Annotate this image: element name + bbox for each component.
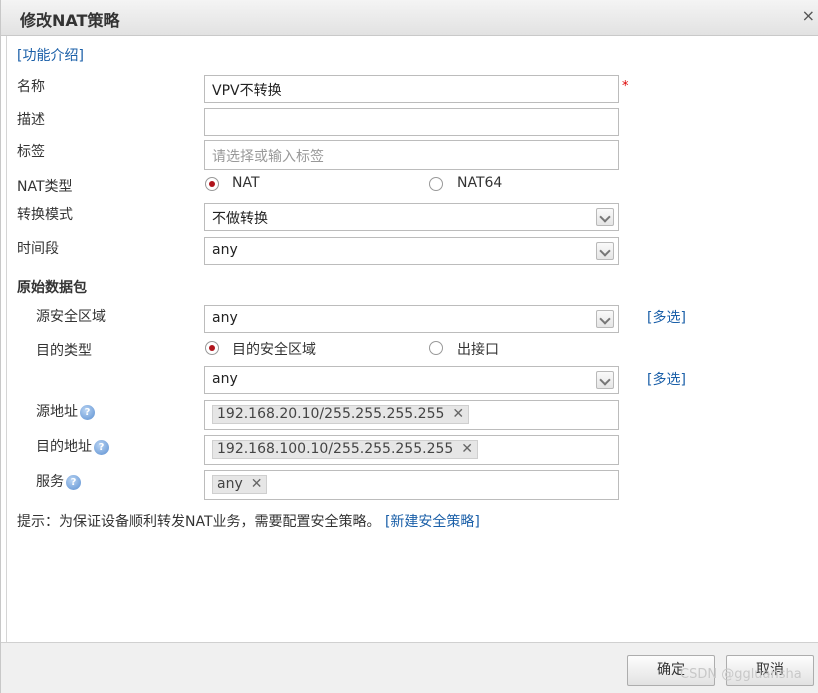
feature-intro-link[interactable]: [功能介绍] bbox=[17, 45, 84, 65]
dialog-title: 修改NAT策略 bbox=[20, 11, 120, 30]
time-range-select[interactable]: any bbox=[204, 237, 619, 265]
dest-type-option-zone[interactable]: 目的安全区域 bbox=[232, 339, 316, 359]
convert-mode-value: 不做转换 bbox=[212, 211, 268, 227]
source-address-label: 源地址? bbox=[36, 401, 95, 421]
source-zone-value: any bbox=[212, 310, 238, 326]
remove-tag-icon[interactable]: ✕ bbox=[452, 406, 464, 422]
dest-address-input[interactable]: 192.168.100.10/255.255.255.255 ✕ bbox=[204, 435, 619, 465]
chevron-down-icon[interactable] bbox=[596, 208, 614, 226]
nat-type-radio-nat64[interactable] bbox=[429, 177, 443, 191]
convert-mode-label: 转换模式 bbox=[17, 207, 73, 223]
tags-input[interactable]: 请选择或输入标签 bbox=[204, 140, 619, 170]
dest-zone-select[interactable]: any bbox=[204, 366, 619, 394]
time-range-label: 时间段 bbox=[17, 241, 59, 257]
nat-type-label: NAT类型 bbox=[17, 179, 73, 195]
tags-placeholder: 请选择或输入标签 bbox=[212, 149, 324, 165]
hint-text: 提示：为保证设备顺利转发NAT业务，需要配置安全策略。 [新建安全策略] bbox=[17, 511, 480, 531]
question-circle-icon[interactable]: ? bbox=[66, 474, 81, 490]
chevron-down-icon[interactable] bbox=[596, 242, 614, 260]
dest-address-tag: 192.168.100.10/255.255.255.255 ✕ bbox=[212, 440, 479, 459]
left-edge-divider bbox=[1, 36, 7, 642]
name-input[interactable]: VPV不转换 bbox=[204, 75, 619, 103]
chevron-down-icon[interactable] bbox=[596, 371, 614, 389]
dest-zone-value: any bbox=[212, 371, 238, 387]
service-tag: any ✕ bbox=[212, 475, 268, 494]
tags-label: 标签 bbox=[17, 144, 45, 160]
remove-tag-icon[interactable]: ✕ bbox=[461, 441, 473, 457]
dest-type-option-interface[interactable]: 出接口 bbox=[457, 339, 499, 359]
source-zone-multi-select-link[interactable]: [多选] bbox=[647, 307, 686, 327]
service-label-text: 服务 bbox=[36, 474, 64, 490]
service-label: 服务? bbox=[36, 471, 81, 491]
source-zone-label: 源安全区域 bbox=[36, 309, 106, 325]
required-mark: * bbox=[622, 79, 629, 94]
service-input[interactable]: any ✕ bbox=[204, 470, 619, 500]
dest-address-label-text: 目的地址 bbox=[36, 439, 92, 455]
description-input[interactable] bbox=[204, 108, 619, 136]
time-range-value: any bbox=[212, 242, 238, 258]
question-circle-icon[interactable]: ? bbox=[80, 404, 95, 420]
source-zone-select[interactable]: any bbox=[204, 305, 619, 333]
source-address-tag: 192.168.20.10/255.255.255.255 ✕ bbox=[212, 405, 470, 424]
source-address-input[interactable]: 192.168.20.10/255.255.255.255 ✕ bbox=[204, 400, 619, 430]
dest-address-label: 目的地址? bbox=[36, 436, 109, 456]
nat-policy-dialog: 修改NAT策略 × [功能介绍] 名称 VPV不转换 * 描述 标签 请选择或输… bbox=[0, 0, 818, 693]
name-input-value: VPV不转换 bbox=[212, 83, 282, 99]
nat-type-radio-nat[interactable] bbox=[205, 177, 219, 191]
remove-tag-icon[interactable]: ✕ bbox=[251, 476, 263, 492]
question-circle-icon[interactable]: ? bbox=[94, 439, 109, 455]
name-label: 名称 bbox=[17, 79, 45, 95]
close-icon[interactable]: × bbox=[802, 6, 815, 25]
dialog-title-bar: 修改NAT策略 × bbox=[1, 0, 818, 36]
convert-mode-select[interactable]: 不做转换 bbox=[204, 203, 619, 231]
nat-type-option-nat[interactable]: NAT bbox=[232, 175, 260, 191]
description-label: 描述 bbox=[17, 112, 45, 128]
source-address-label-text: 源地址 bbox=[36, 404, 78, 420]
dest-type-label: 目的类型 bbox=[36, 343, 92, 359]
service-tag-text: any bbox=[217, 476, 243, 492]
watermark: CSDN @ggluansha bbox=[680, 667, 802, 682]
new-security-policy-link[interactable]: [新建安全策略] bbox=[385, 514, 480, 530]
dest-address-tag-text: 192.168.100.10/255.255.255.255 bbox=[217, 441, 454, 457]
dest-zone-multi-select-link[interactable]: [多选] bbox=[647, 369, 686, 389]
dest-type-radio-interface[interactable] bbox=[429, 341, 443, 355]
hint-message: 提示：为保证设备顺利转发NAT业务，需要配置安全策略。 bbox=[17, 514, 381, 530]
nat-type-option-nat64[interactable]: NAT64 bbox=[457, 175, 502, 191]
dest-type-radio-zone[interactable] bbox=[205, 341, 219, 355]
chevron-down-icon[interactable] bbox=[596, 310, 614, 328]
original-packet-section-title: 原始数据包 bbox=[17, 280, 87, 296]
source-address-tag-text: 192.168.20.10/255.255.255.255 bbox=[217, 406, 445, 422]
